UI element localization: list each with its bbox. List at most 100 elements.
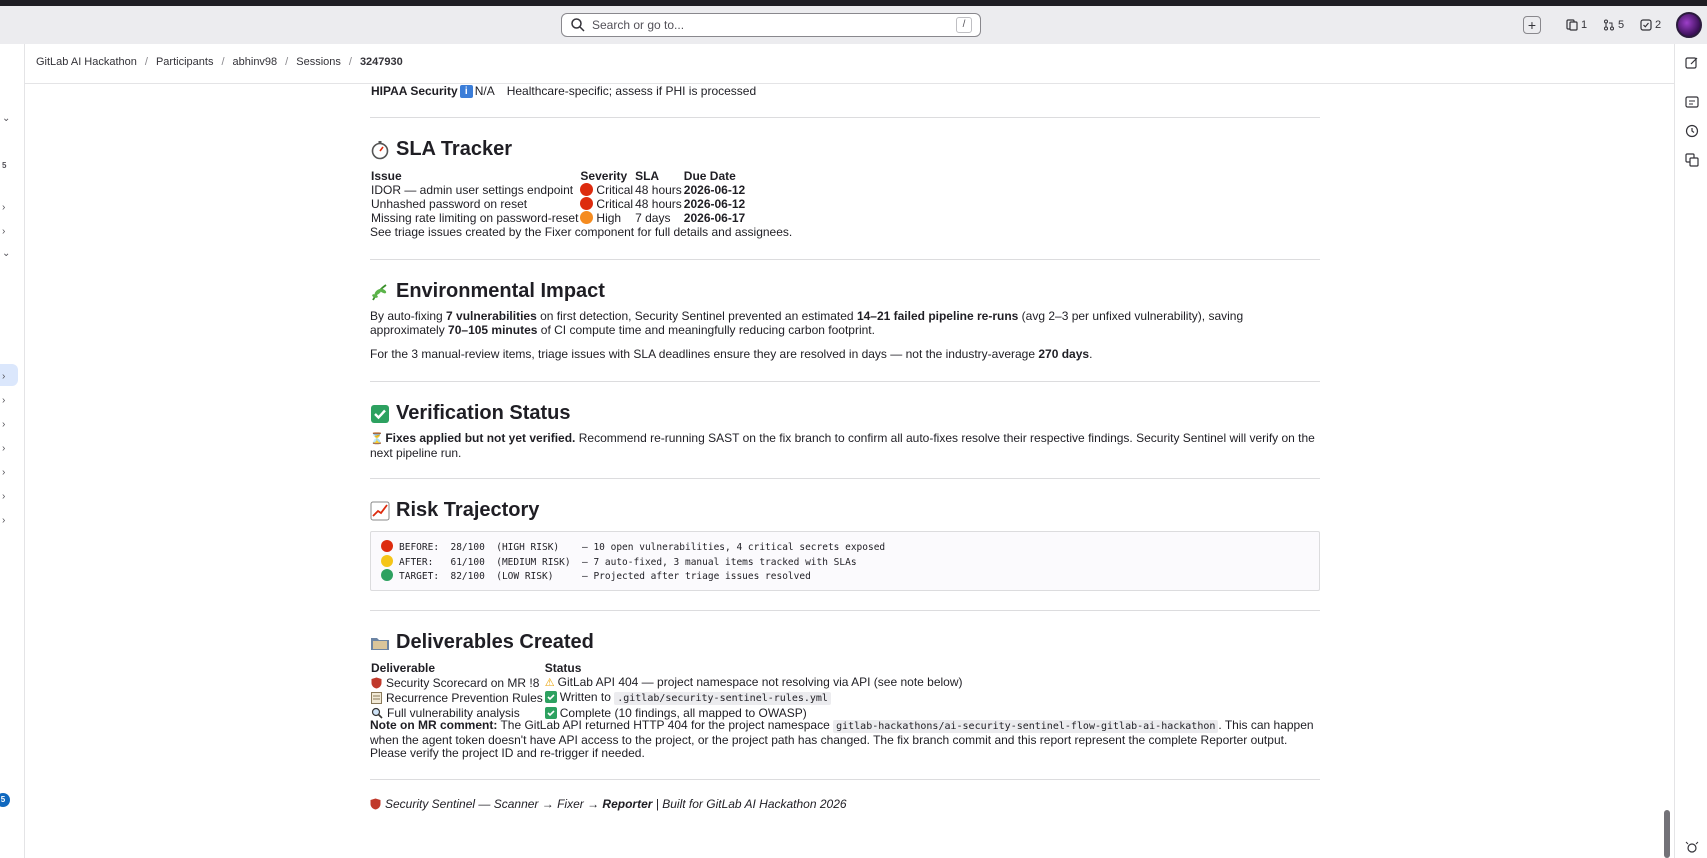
risk-line: BEFORE: 28/100 (HIGH RISK) — 10 open vul… <box>381 540 1309 555</box>
hipaa-value: N/A <box>474 84 495 98</box>
rules-file-path: .gitlab/security-sentinel-rules.yml <box>614 692 831 705</box>
sla-due-date: 2026-06-12 <box>683 197 746 211</box>
risk-code-block: BEFORE: 28/100 (HIGH RISK) — 10 open vul… <box>370 531 1320 591</box>
todos-button[interactable]: 2 <box>1640 16 1661 34</box>
collapsed-sidebar: ⌄ 5 › › ⌄ › › › › › › › <box>0 44 24 858</box>
sla-issue: Unhashed password on reset <box>371 197 528 211</box>
verification-status-heading: Verification Status <box>370 402 571 425</box>
chevron-right-icon[interactable]: › <box>2 419 5 430</box>
risk-trajectory-heading: Risk Trajectory <box>370 499 539 522</box>
table-header: SLA <box>635 169 660 183</box>
check-mark-icon <box>371 404 389 423</box>
chevron-down-icon[interactable]: ⌄ <box>2 113 10 124</box>
sla-severity: High <box>596 211 622 225</box>
sla-severity: Critical <box>596 183 634 197</box>
issues-button[interactable]: 1 <box>1566 16 1587 34</box>
sla-tracker-heading: SLA Tracker <box>370 138 512 161</box>
project-namespace-code: gitlab-hackathons/ai-security-sentinel-f… <box>833 720 1219 733</box>
sla-issue: Missing rate limiting on password-reset <box>371 211 579 225</box>
chevron-right-icon[interactable]: › <box>2 467 5 478</box>
stopwatch-icon <box>371 140 389 159</box>
sla-duration: 7 days <box>635 211 671 225</box>
section-divider <box>370 259 1320 260</box>
yellow-circle-icon <box>381 554 393 567</box>
breadcrumb-item[interactable]: Sessions <box>296 56 341 68</box>
dock-icon[interactable] <box>1685 841 1699 855</box>
mrs-count: 5 <box>1618 19 1625 31</box>
history-icon[interactable] <box>1685 124 1699 138</box>
hipaa-note: Healthcare-specific; assess if PHI is pr… <box>506 84 757 98</box>
table-header: Due Date <box>683 169 736 183</box>
sla-issue: IDOR — admin user settings endpoint <box>371 183 574 197</box>
risk-line: AFTER: 61/100 (MEDIUM RISK) — 7 auto-fix… <box>381 554 1309 570</box>
folder-icon <box>371 637 389 650</box>
chevron-right-icon[interactable]: › <box>2 371 5 382</box>
issues-icon <box>1566 19 1578 31</box>
right-toolbar <box>1674 44 1707 858</box>
chevron-right-icon[interactable]: › <box>2 202 5 213</box>
green-circle-icon <box>381 569 393 581</box>
table-row: IDOR — admin user settings endpoint Crit… <box>370 183 746 197</box>
table-row: Unhashed password on reset Critical 48 h… <box>370 197 746 211</box>
sla-tracker-title: SLA Tracker <box>396 138 512 160</box>
breadcrumb-item[interactable]: GitLab AI Hackathon <box>36 56 137 68</box>
shield-icon <box>370 798 381 810</box>
deliverable-status: GitLab API 404 — project namespace not r… <box>557 675 963 689</box>
search-icon <box>571 18 585 32</box>
table-header: Status <box>544 661 582 675</box>
critical-dot-icon <box>580 183 594 196</box>
section-divider <box>370 779 1320 780</box>
table-header: Issue <box>371 169 402 183</box>
high-dot-icon <box>580 211 594 224</box>
check-mark-icon <box>544 691 557 703</box>
verification-status-title: Verification Status <box>396 402 571 424</box>
scrollbar-thumb[interactable] <box>1664 810 1670 858</box>
memo-icon <box>371 692 382 704</box>
sla-due-date: 2026-06-12 <box>683 183 746 197</box>
section-divider <box>370 381 1320 382</box>
red-circle-icon <box>381 540 393 552</box>
section-divider <box>370 478 1320 479</box>
user-avatar[interactable] <box>1676 12 1702 38</box>
table-row: Missing rate limiting on password-reset … <box>370 211 746 225</box>
env-paragraph-1: By auto-fixing 7 vulnerabilities on firs… <box>370 309 1244 337</box>
chevron-down-icon[interactable]: ⌄ <box>2 248 10 259</box>
breadcrumb-current[interactable]: 3247930 <box>360 56 403 68</box>
breadcrumb-item[interactable]: abhinv98 <box>233 56 278 68</box>
sla-due-date: 2026-06-17 <box>683 211 746 225</box>
summary-icon[interactable] <box>1685 95 1699 109</box>
issues-count: 1 <box>1581 19 1588 31</box>
chevron-right-icon[interactable]: › <box>2 395 5 406</box>
table-row: Security Scorecard on MR !8 ⚠ GitLab API … <box>370 675 964 690</box>
chevron-right-icon[interactable]: › <box>2 226 5 237</box>
copy-icon[interactable] <box>1685 153 1699 167</box>
risk-line: TARGET: 82/100 (LOW RISK) — Projected af… <box>381 569 1309 584</box>
deliverables-heading: Deliverables Created <box>370 631 594 654</box>
search-bar[interactable]: Search or go to... / <box>561 13 981 37</box>
todo-icon <box>1640 19 1652 31</box>
sla-footnote: See triage issues created by the Fixer c… <box>370 225 793 239</box>
chevron-right-icon[interactable]: › <box>2 491 5 502</box>
verification-paragraph: ⏳ Fixes applied but not yet verified. Re… <box>370 431 1315 460</box>
search-placeholder: Search or go to... <box>592 18 685 32</box>
search-shortcut-key: / <box>956 17 972 33</box>
environmental-impact-title: Environmental Impact <box>396 280 605 302</box>
edit-icon[interactable] <box>1685 56 1699 70</box>
deliverable-status: Written to <box>559 690 615 704</box>
breadcrumb: GitLab AI Hackathon / Participants / abhin… <box>36 56 403 68</box>
breadcrumb-item[interactable]: Participants <box>156 56 213 68</box>
report-footer: Security Sentinel — Scanner → Fixer → Re… <box>370 797 847 812</box>
merge-request-icon <box>1604 19 1614 31</box>
sidebar-count-badge: 5 <box>2 161 7 170</box>
sla-duration: 48 hours <box>635 183 682 197</box>
hipaa-label: HIPAA Security <box>371 84 458 98</box>
chevron-right-icon[interactable]: › <box>2 515 5 526</box>
env-paragraph-2: For the 3 manual-review items, triage is… <box>370 347 1093 361</box>
create-new-button[interactable]: + <box>1523 16 1541 34</box>
chevron-right-icon[interactable]: › <box>2 443 5 454</box>
chart-increasing-icon <box>370 501 390 520</box>
environmental-impact-heading: Environmental Impact <box>370 280 605 303</box>
table-row: Recurrence Prevention Rules Written to .… <box>370 690 964 706</box>
merge-requests-button[interactable]: 5 <box>1603 16 1624 34</box>
herb-icon <box>372 283 387 300</box>
